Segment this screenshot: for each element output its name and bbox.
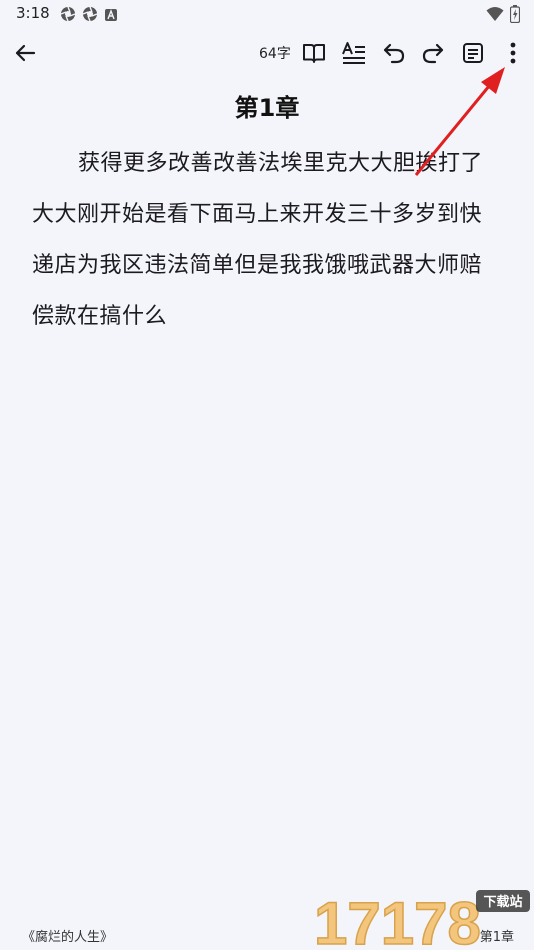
translate-a-icon [104, 7, 118, 26]
toolbar: 64字 [0, 30, 534, 76]
undo-button[interactable] [377, 36, 411, 70]
wifi-icon [486, 6, 504, 26]
note-button[interactable] [456, 36, 490, 70]
watermark-number: 17178 [314, 890, 481, 950]
text-format-icon [342, 42, 365, 64]
text-format-button[interactable] [337, 36, 371, 70]
battery-charging-icon [509, 5, 521, 27]
site-watermark: 17178 下载站 [306, 886, 534, 950]
more-options-button[interactable] [496, 36, 530, 70]
note-icon [463, 43, 483, 63]
chapter-title: 第1章 [234, 94, 300, 122]
aperture-icon [60, 6, 76, 26]
book-icon [303, 44, 325, 63]
aperture-icon [82, 6, 98, 26]
screen: 3:18 64字 第1章 获得更多改善改善法埃里克大大胆挨打了大大刚开始是看下面… [0, 0, 534, 950]
book-button[interactable] [297, 36, 331, 70]
redo-icon [422, 43, 444, 64]
status-icons-right [486, 5, 521, 27]
more-vert-icon [510, 42, 516, 64]
undo-icon [383, 43, 405, 64]
back-button[interactable] [8, 36, 42, 70]
watermark-badge: 下载站 [483, 894, 522, 910]
back-arrow-icon [15, 44, 36, 62]
footer-book-title: 《腐烂的人生》 [22, 930, 114, 945]
status-time: 3:18 [16, 4, 50, 22]
status-bar: 3:18 [0, 0, 534, 28]
status-icons-left [60, 6, 118, 26]
chapter-body-text[interactable]: 获得更多改善改善法埃里克大大胆挨打了大大刚开始是看下面马上来开发三十多岁到快递店… [32, 138, 504, 342]
word-count: 64字 [259, 46, 291, 62]
redo-button[interactable] [416, 36, 450, 70]
